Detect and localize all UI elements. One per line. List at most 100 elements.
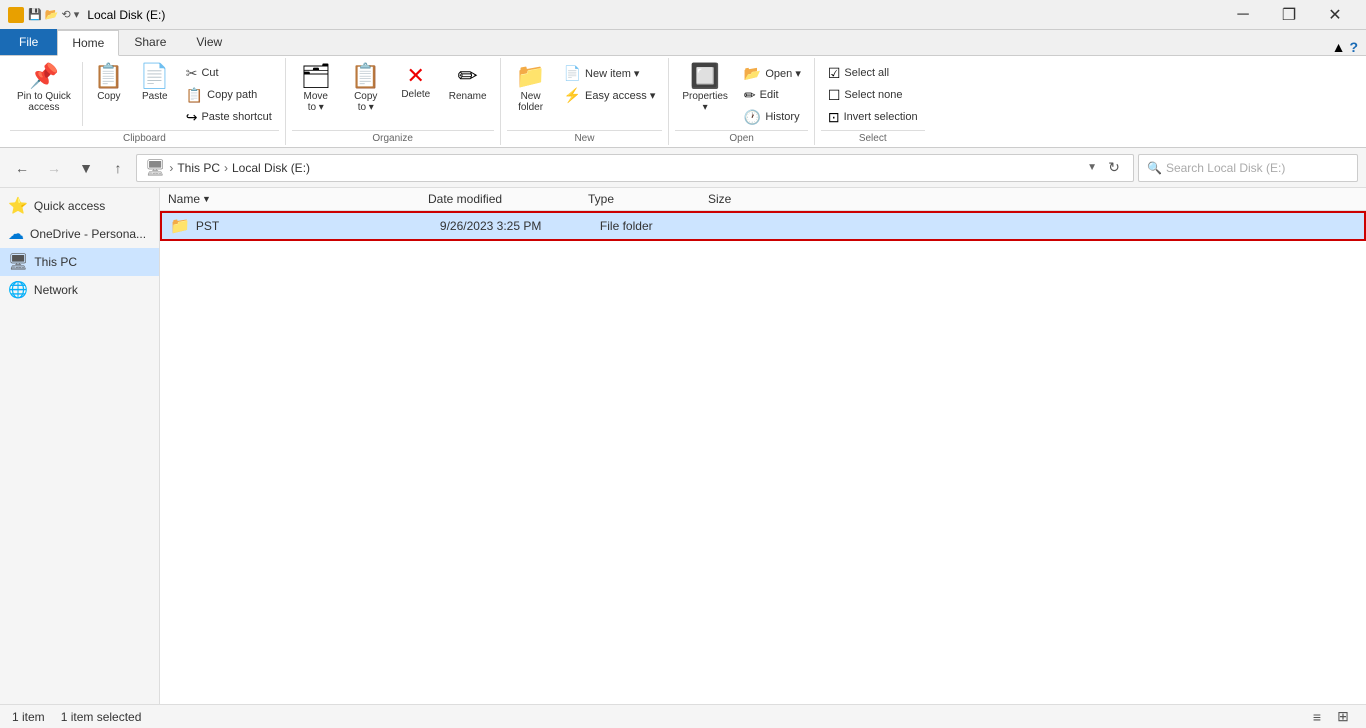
refresh-button[interactable]: ↻: [1103, 157, 1125, 179]
app-icon: [8, 7, 24, 23]
properties-icon: 🔲: [690, 65, 720, 89]
easy-access-icon: ⚡: [564, 87, 581, 104]
address-this-pc[interactable]: This PC: [177, 161, 220, 175]
new-item-button[interactable]: 📄 New item ▾: [557, 62, 663, 84]
address-dropdown-icon[interactable]: ▼: [1087, 162, 1097, 173]
quick-access-icon: ⭐: [8, 196, 28, 216]
ribbon-tabs: File Home Share View ▲ ?: [0, 30, 1366, 56]
paste-label: Paste: [142, 91, 168, 102]
copy-button[interactable]: 📋 Copy: [87, 60, 131, 107]
open-icon: 📂: [744, 65, 761, 82]
edit-button[interactable]: ✏ Edit: [737, 84, 808, 106]
select-none-button[interactable]: ☐ Select none: [821, 84, 925, 106]
select-all-label: Select all: [844, 67, 889, 79]
column-size-label: Size: [708, 192, 731, 206]
paste-shortcut-icon: ↪: [186, 109, 198, 126]
forward-button[interactable]: →: [40, 154, 68, 182]
pin-label: Pin to Quickaccess: [17, 91, 71, 113]
select-label: Select: [821, 130, 925, 145]
column-type[interactable]: Type: [588, 192, 708, 206]
clipboard-label: Clipboard: [10, 130, 279, 145]
history-button[interactable]: 🕐 History: [737, 106, 808, 128]
main-area: ⭐ Quick access ☁ OneDrive - Persona... 🖥…: [0, 188, 1366, 704]
tab-home[interactable]: Home: [57, 30, 119, 56]
ribbon-group-open: 🔲 Properties▾ 📂 Open ▾ ✏ Edit 🕐 History …: [669, 58, 815, 145]
tab-view[interactable]: View: [181, 29, 237, 55]
collapse-ribbon-button[interactable]: ▲: [1332, 39, 1346, 55]
edit-icon: ✏: [744, 87, 756, 104]
tab-file[interactable]: File: [0, 29, 57, 55]
ribbon-group-select: ☑ Select all ☐ Select none ⊡ Invert sele…: [815, 58, 931, 145]
open-label: Open ▾: [765, 67, 801, 80]
search-placeholder: Search Local Disk (E:): [1166, 161, 1285, 175]
copy-label: Copy: [97, 91, 120, 102]
history-icon: 🕐: [744, 109, 761, 126]
status-bar: 1 item 1 item selected ≡ ⊞: [0, 704, 1366, 728]
move-to-icon: 🗂: [301, 65, 331, 89]
delete-button[interactable]: ✕ Delete: [392, 60, 440, 105]
organize-label: Organize: [292, 130, 494, 145]
up-button[interactable]: ↑: [104, 154, 132, 182]
large-icons-view-button[interactable]: ⊞: [1332, 706, 1354, 728]
sidebar-item-label-quick-access: Quick access: [34, 199, 105, 213]
paste-shortcut-button[interactable]: ↪ Paste shortcut: [179, 106, 279, 128]
file-list: Name ▼ Date modified Type Size 📁 PST 9/2…: [160, 188, 1366, 704]
select-all-icon: ☑: [828, 65, 841, 82]
restore-button[interactable]: ❐: [1266, 0, 1312, 30]
select-all-button[interactable]: ☑ Select all: [821, 62, 925, 84]
address-local-disk[interactable]: Local Disk (E:): [232, 161, 310, 175]
close-button[interactable]: ✕: [1312, 0, 1358, 30]
recent-locations-button[interactable]: ▼: [72, 154, 100, 182]
ribbon-group-organize: 🗂 Moveto ▾ 📋 Copyto ▾ ✕ Delete ✏ Rename …: [286, 58, 501, 145]
easy-access-label: Easy access ▾: [585, 89, 655, 102]
item-count: 1 item: [12, 710, 45, 724]
select-none-icon: ☐: [828, 87, 841, 104]
tab-share[interactable]: Share: [119, 29, 181, 55]
window-title: Local Disk (E:): [87, 8, 165, 22]
rename-icon: ✏: [458, 65, 478, 89]
search-box[interactable]: 🔍 Search Local Disk (E:): [1138, 154, 1358, 182]
move-to-label: Moveto ▾: [304, 91, 328, 113]
paste-button[interactable]: 📄 Paste: [133, 60, 177, 107]
invert-selection-button[interactable]: ⊡ Invert selection: [821, 106, 925, 128]
cut-button[interactable]: ✂ Cut: [179, 62, 279, 84]
move-to-button[interactable]: 🗂 Moveto ▾: [292, 60, 340, 118]
onedrive-icon: ☁: [8, 224, 24, 244]
sidebar-item-label-onedrive: OneDrive - Persona...: [30, 227, 146, 241]
pin-to-quick-access-button[interactable]: 📌 Pin to Quickaccess: [10, 60, 78, 118]
properties-button[interactable]: 🔲 Properties▾: [675, 60, 735, 118]
address-sep1: ›: [169, 161, 173, 175]
file-row-pst[interactable]: 📁 PST 9/26/2023 3:25 PM File folder: [160, 211, 1366, 241]
file-name-pst: PST: [196, 219, 440, 233]
copy-icon: 📋: [94, 65, 124, 89]
nav-bar: ← → ▼ ↑ 🖥 › This PC › Local Disk (E:) ▼ …: [0, 148, 1366, 188]
sidebar-item-this-pc[interactable]: 🖥 This PC: [0, 248, 159, 276]
sidebar-item-quick-access[interactable]: ⭐ Quick access: [0, 192, 159, 220]
rename-button[interactable]: ✏ Rename: [442, 60, 494, 107]
help-button[interactable]: ?: [1349, 39, 1358, 55]
new-folder-button[interactable]: 📁 Newfolder: [507, 60, 555, 118]
invert-selection-icon: ⊡: [828, 109, 840, 126]
sidebar-item-label-this-pc: This PC: [34, 255, 77, 269]
search-icon: 🔍: [1147, 161, 1162, 175]
sidebar-item-onedrive[interactable]: ☁ OneDrive - Persona...: [0, 220, 159, 248]
new-label: New: [507, 130, 663, 145]
cut-icon: ✂: [186, 65, 198, 82]
open-button[interactable]: 📂 Open ▾: [737, 62, 808, 84]
column-name[interactable]: Name ▼: [168, 192, 428, 206]
column-date[interactable]: Date modified: [428, 192, 588, 206]
copy-path-button[interactable]: 📋 Copy path: [179, 84, 279, 106]
details-view-button[interactable]: ≡: [1306, 706, 1328, 728]
copy-path-icon: 📋: [186, 87, 203, 104]
minimize-button[interactable]: ─: [1220, 0, 1266, 30]
sidebar-item-network[interactable]: 🌐 Network: [0, 276, 159, 304]
copy-to-label: Copyto ▾: [354, 91, 377, 113]
column-size[interactable]: Size: [708, 192, 788, 206]
new-folder-icon: 📁: [516, 65, 546, 89]
file-list-header: Name ▼ Date modified Type Size: [160, 188, 1366, 211]
easy-access-button[interactable]: ⚡ Easy access ▾: [557, 84, 663, 106]
ribbon-group-new: 📁 Newfolder 📄 New item ▾ ⚡ Easy access ▾…: [501, 58, 670, 145]
address-bar[interactable]: 🖥 › This PC › Local Disk (E:) ▼ ↻: [136, 154, 1134, 182]
back-button[interactable]: ←: [8, 154, 36, 182]
copy-to-button[interactable]: 📋 Copyto ▾: [342, 60, 390, 118]
